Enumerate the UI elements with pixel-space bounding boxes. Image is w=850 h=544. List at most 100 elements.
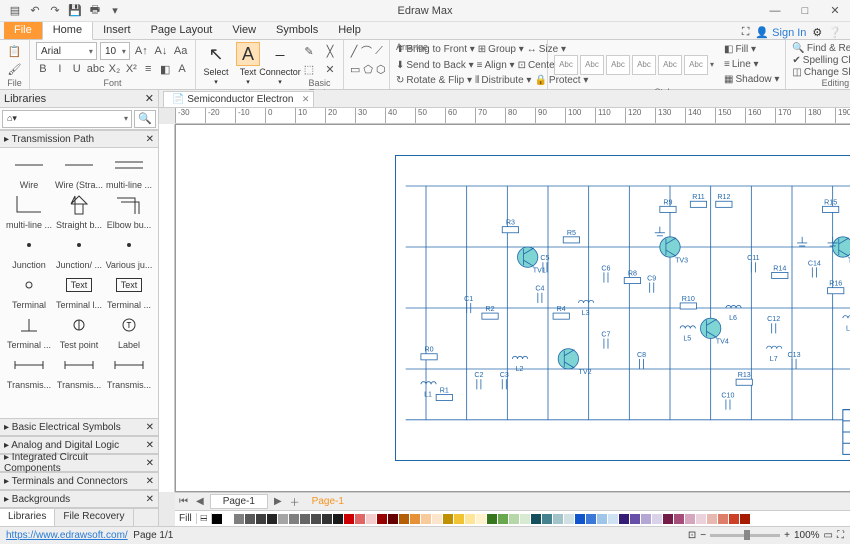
menu-tab-help[interactable]: Help xyxy=(328,21,371,39)
lib-search-icon[interactable]: 🔍 xyxy=(134,110,156,128)
shape-multiline[interactable]: multi-line ... xyxy=(4,192,54,230)
style-preset[interactable]: Abc xyxy=(606,55,630,75)
format-painter-icon[interactable]: 🖌 xyxy=(6,60,23,78)
connector-tool[interactable]: ⎯Connector▾ xyxy=(264,42,296,86)
doc-tab-close-icon[interactable]: ✕ xyxy=(302,94,310,105)
qa-file-icon[interactable]: ▤ xyxy=(8,4,22,18)
color-swatch[interactable] xyxy=(333,514,343,524)
arrange-rotateflip[interactable]: ↻ Rotate & Flip ▾ xyxy=(396,73,472,88)
change-shape-button[interactable]: ◫ Change Shape ▾ xyxy=(792,66,850,78)
zoom-out-icon[interactable]: − xyxy=(700,530,706,541)
color-swatch[interactable] xyxy=(575,514,585,524)
shapes-palette[interactable]: WireWire (Stra...multi-line ...multi-lin… xyxy=(0,148,158,418)
color-swatch[interactable] xyxy=(223,514,233,524)
color-swatch[interactable] xyxy=(454,514,464,524)
font-btn[interactable]: ◧ xyxy=(158,60,172,78)
help-icon[interactable]: ❔ xyxy=(828,26,842,39)
color-swatch[interactable] xyxy=(432,514,442,524)
font-btn[interactable]: X² xyxy=(124,60,138,78)
color-swatch[interactable] xyxy=(410,514,420,524)
tool-icon[interactable]: ╳ xyxy=(321,42,339,60)
paste-icon[interactable]: 📋 xyxy=(6,42,23,60)
minimize-button[interactable]: — xyxy=(760,0,790,22)
color-swatch[interactable] xyxy=(322,514,332,524)
find-replace-button[interactable]: 🔍 Find & Replace xyxy=(792,42,850,54)
color-swatch[interactable] xyxy=(641,514,651,524)
color-swatch[interactable] xyxy=(256,514,266,524)
font-btn[interactable]: X₂ xyxy=(107,60,121,78)
color-swatch[interactable] xyxy=(685,514,695,524)
qa-undo-icon[interactable]: ↶ xyxy=(28,4,42,18)
status-url[interactable]: https://www.edrawsoft.com/ xyxy=(6,530,128,541)
style-preset[interactable]: Abc xyxy=(632,55,656,75)
qa-more-icon[interactable]: ▾ xyxy=(108,4,122,18)
color-swatch[interactable] xyxy=(729,514,739,524)
menu-tab-view[interactable]: View xyxy=(222,21,266,39)
qa-print-icon[interactable]: 🖶 xyxy=(88,4,102,18)
shape-variousju[interactable]: Various ju... xyxy=(104,232,154,270)
lib-tab[interactable]: Libraries xyxy=(0,509,55,526)
color-swatch[interactable] xyxy=(443,514,453,524)
zoom-full-icon[interactable]: ⛶ xyxy=(837,530,844,541)
menu-tab-symbols[interactable]: Symbols xyxy=(266,21,328,39)
style-preset[interactable]: Abc xyxy=(658,55,682,75)
color-swatch[interactable] xyxy=(234,514,244,524)
color-swatch[interactable] xyxy=(366,514,376,524)
qa-save-icon[interactable]: 💾 xyxy=(68,4,82,18)
font-btn[interactable]: A xyxy=(175,60,189,78)
text-tool[interactable]: AText▾ xyxy=(232,42,264,86)
zoom-in-icon[interactable]: + xyxy=(784,530,790,541)
color-swatch[interactable] xyxy=(597,514,607,524)
color-swatch[interactable] xyxy=(344,514,354,524)
font-btn[interactable]: B xyxy=(36,60,50,78)
nofill-swatch[interactable]: □ xyxy=(197,513,212,524)
font-shrink-icon[interactable]: A↓ xyxy=(153,42,170,60)
page-first-icon[interactable]: ⏮ xyxy=(175,496,192,507)
color-swatch[interactable] xyxy=(487,514,497,524)
select-tool[interactable]: ↖Select▾ xyxy=(200,42,232,86)
line-button[interactable]: ≡ Line ▾ xyxy=(724,57,779,72)
page-add-icon[interactable]: ＋ xyxy=(286,494,304,509)
color-swatch[interactable] xyxy=(498,514,508,524)
font-grow-icon[interactable]: A↑ xyxy=(133,42,150,60)
signin-link[interactable]: 👤 Sign In xyxy=(755,26,806,39)
arrange-distribute[interactable]: ⦀ Distribute ▾ xyxy=(475,73,531,88)
shape-terminal[interactable]: Terminal ... xyxy=(4,312,54,350)
color-swatch[interactable] xyxy=(399,514,409,524)
arrange-align[interactable]: ≡ Align ▾ xyxy=(477,58,515,73)
font-case-icon[interactable]: Aa xyxy=(172,42,189,60)
zoom-page-icon[interactable]: ▭ xyxy=(824,530,833,541)
color-swatch[interactable] xyxy=(476,514,486,524)
shape-elbowbu[interactable]: Elbow bu... xyxy=(104,192,154,230)
color-swatch[interactable] xyxy=(388,514,398,524)
shape-transmis[interactable]: Transmis... xyxy=(54,352,104,390)
libraries-close-icon[interactable]: ✕ xyxy=(145,92,154,105)
menu-tab-home[interactable]: Home xyxy=(42,20,93,40)
lib-cat-basicelectricalsymbols[interactable]: ▸ Basic Electrical Symbols✕ xyxy=(0,418,158,436)
font-combo[interactable]: Arial xyxy=(36,42,97,60)
drawing-canvas[interactable]: R0R1R2R3R4R5R8R9R10R11R12R13R14R15R16R17… xyxy=(175,124,850,492)
shape-testpoint[interactable]: Test point xyxy=(54,312,104,350)
color-swatch[interactable] xyxy=(696,514,706,524)
color-swatch[interactable] xyxy=(245,514,255,524)
zoom-fit-icon[interactable]: ⊡ xyxy=(688,530,696,541)
qa-redo-icon[interactable]: ↷ xyxy=(48,4,62,18)
fontsize-combo[interactable]: 10 xyxy=(100,42,130,60)
lib-cat-backgrounds[interactable]: ▸ Backgrounds✕ xyxy=(0,490,158,508)
font-btn[interactable]: I xyxy=(53,60,67,78)
zoom-slider[interactable] xyxy=(710,534,780,537)
shape-wire[interactable]: Wire xyxy=(4,152,54,190)
page-tab[interactable]: Page-1 xyxy=(210,494,268,509)
color-swatch[interactable] xyxy=(212,514,222,524)
font-btn[interactable]: abc xyxy=(87,60,105,78)
page-prev-icon[interactable]: ◀ xyxy=(192,496,208,507)
shape-label[interactable]: TLabel xyxy=(104,312,154,350)
color-swatch[interactable] xyxy=(564,514,574,524)
color-swatch[interactable] xyxy=(674,514,684,524)
color-swatch[interactable] xyxy=(553,514,563,524)
page-next-icon[interactable]: ▶ xyxy=(270,496,286,507)
shape-terminall[interactable]: TextTerminal l... xyxy=(54,272,104,310)
doc-tab[interactable]: 📄 Semiconductor Electron ✕ xyxy=(163,91,314,107)
menu-tab-page-layout[interactable]: Page Layout xyxy=(141,21,223,39)
maximize-button[interactable]: □ xyxy=(790,0,820,22)
